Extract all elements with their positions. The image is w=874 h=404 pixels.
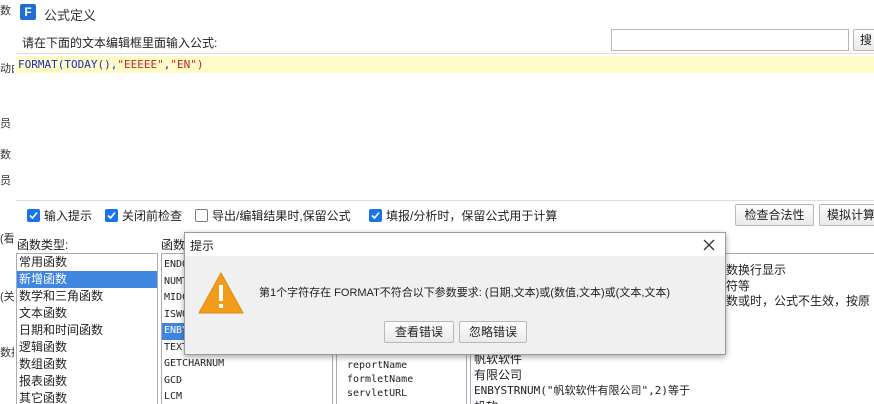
bg-fragment: 数: [0, 146, 14, 162]
bg-fragment: (看: [0, 230, 14, 246]
bg-fragment: 员: [0, 172, 14, 188]
formula-keyword: FORMAT(: [18, 58, 65, 71]
option-keep-formula-export[interactable]: 导出/编辑结果时,保留公式: [195, 207, 351, 223]
function-name-item[interactable]: GCD: [162, 373, 332, 390]
description-line: 帆软: [474, 398, 498, 404]
description-line: ENBYSTRNUM("帆软软件有限公司",2)等于: [474, 384, 690, 397]
check-validity-button[interactable]: 检查合法性: [735, 204, 814, 226]
parameter-list[interactable]: NOPIEIER reportName formletName servletU…: [336, 348, 467, 404]
function-type-item[interactable]: 其它函数: [17, 390, 157, 404]
bg-fragment: (关: [0, 288, 14, 304]
bg-fragment: 员: [0, 115, 14, 131]
function-type-list[interactable]: 常用函数 新增函数 数学和三角函数 文本函数 日期和时间函数 逻辑函数 数组函数…: [16, 253, 158, 404]
checkbox-unchecked-icon[interactable]: [195, 208, 208, 222]
search-button[interactable]: 搜: [853, 29, 874, 51]
function-type-item[interactable]: 报表函数: [17, 373, 157, 390]
formula-punct: (),: [97, 58, 118, 71]
option-label: 填报/分析时，保留公式用于计算: [386, 208, 558, 223]
option-label: 输入提示: [44, 208, 93, 223]
function-type-item[interactable]: 数组函数: [17, 356, 157, 373]
option-input-hint[interactable]: 输入提示: [27, 207, 92, 223]
parameter-item[interactable]: servletURL: [347, 387, 466, 401]
ignore-error-button[interactable]: 忽略错误: [459, 321, 527, 343]
option-label: 导出/编辑结果时,保留公式: [212, 208, 351, 223]
function-name-label: 函数: [161, 238, 186, 252]
function-type-item[interactable]: 日期和时间函数: [17, 322, 157, 339]
bg-fragment: 数: [0, 2, 14, 18]
view-error-button[interactable]: 查看错误: [384, 321, 454, 343]
option-label: 关闭前检查: [122, 208, 183, 223]
function-type-item[interactable]: 常用函数: [17, 254, 157, 271]
dialog-title: 提示: [190, 239, 215, 253]
description-line: 数换行显示: [726, 263, 787, 277]
description-line: 有限公司: [474, 368, 523, 382]
title-bar: F 公式定义: [0, 0, 874, 26]
dialog-message: 第1个字符存在 FORMAT不符合以下参数要求: (日期,文本)或(数值,文本)…: [259, 287, 671, 299]
function-type-item[interactable]: 逻辑函数: [17, 339, 157, 356]
close-icon[interactable]: [700, 236, 718, 254]
formula-string: "EN": [170, 58, 197, 71]
formula-definition-window: F 公式定义 数 动由 员 数 员 (看 (关 数据 请在下面的文本编辑框里面输…: [0, 0, 874, 404]
checkbox-checked-icon[interactable]: [27, 208, 40, 222]
option-check-before-close[interactable]: 关闭前检查: [105, 207, 182, 223]
bg-fragment: 动由: [0, 60, 14, 76]
function-type-item[interactable]: 文本函数: [17, 305, 157, 322]
dialog-title-bar: 提示: [185, 233, 725, 256]
bg-fragment: 数据: [0, 344, 14, 360]
function-type-item[interactable]: 数学和三角函数: [17, 288, 157, 305]
parameter-item[interactable]: reportName: [347, 359, 466, 373]
window-title: 公式定义: [44, 8, 97, 23]
input-prompt-label: 请在下面的文本编辑框里面输入公式:: [22, 36, 218, 50]
parameter-item[interactable]: formletName: [347, 373, 466, 387]
fanruan-logo-icon: F: [20, 4, 36, 20]
function-type-item[interactable]: 新增函数: [17, 271, 157, 288]
checkbox-checked-icon[interactable]: [105, 208, 118, 222]
function-name-item[interactable]: GETCHARNUM: [162, 356, 332, 373]
formula-punct: ): [196, 58, 204, 71]
formula-line: FORMAT(TODAY(),"EEEEE","EN"): [16, 56, 874, 73]
formula-keyword: TODAY: [64, 58, 98, 71]
simulate-calc-button[interactable]: 模拟计算: [819, 204, 874, 226]
checkbox-checked-icon[interactable]: [369, 208, 382, 222]
formula-editor[interactable]: FORMAT(TODAY(),"EEEEE","EN"): [16, 53, 874, 201]
function-type-label: 函数类型:: [17, 238, 69, 252]
option-keep-formula-fill[interactable]: 填报/分析时，保留公式用于计算: [369, 207, 557, 223]
warning-icon: [197, 271, 245, 315]
description-line: 数或时，公式不生效，按原: [726, 294, 871, 308]
function-name-item[interactable]: LCM: [162, 389, 332, 404]
search-input[interactable]: [611, 29, 849, 51]
formula-string: "EEEEE": [117, 58, 164, 71]
error-dialog: 提示 第1个字符存在 FORMAT不符合以下参数要求: (日期,文本)或(数值,…: [184, 232, 726, 355]
